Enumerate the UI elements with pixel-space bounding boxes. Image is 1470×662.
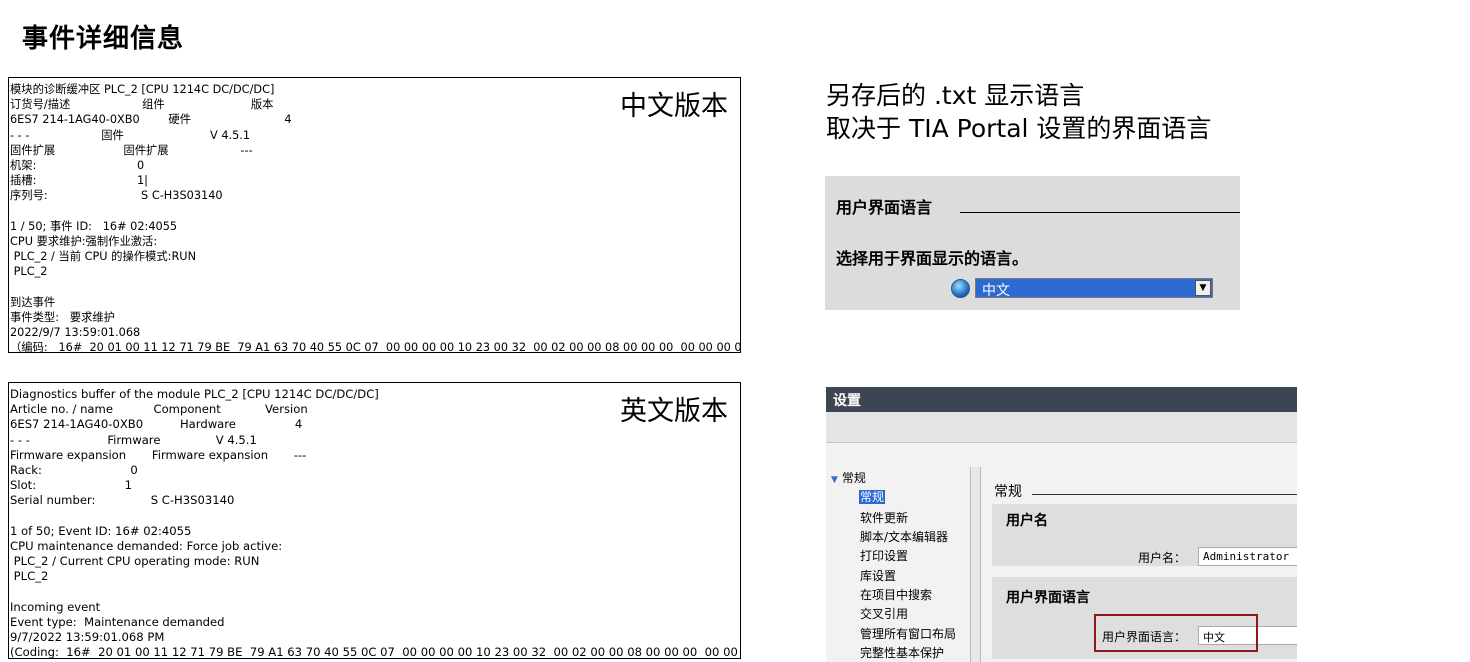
tree-item-label: 管理所有窗口布局 <box>860 627 957 641</box>
tree-item-label: 库设置 <box>860 569 897 583</box>
tree-item-general[interactable]: 常规 <box>859 488 886 505</box>
username-input[interactable]: Administrator <box>1198 547 1297 566</box>
tree-item-label: 完整性基本保护 <box>860 646 945 660</box>
tree-item-label: 脚本/文本编辑器 <box>860 530 949 544</box>
globe-icon <box>951 279 970 298</box>
tree-item-library-settings[interactable]: 库设置 <box>860 567 896 584</box>
ui-language-description: 选择用于界面显示的语言。 <box>836 249 1029 268</box>
content-title: 常规 <box>994 484 1022 500</box>
tree-item-window-layouts[interactable]: 管理所有窗口布局 <box>860 625 956 642</box>
tree-item-label: 软件更新 <box>860 511 909 525</box>
settings-toolbar <box>826 412 1297 443</box>
tree-item-cross-reference[interactable]: 交叉引用 <box>860 605 908 622</box>
header-divider <box>960 212 1240 213</box>
tree-item-label: 打印设置 <box>860 549 909 563</box>
ui-language-section-header: 用户界面语言 <box>1006 590 1090 606</box>
tree-item-software-update[interactable]: 软件更新 <box>860 509 908 526</box>
username-label: 用户名： <box>1138 551 1187 565</box>
ui-language-header: 用户界面语言 <box>836 198 933 217</box>
chinese-version-label: 中文版本 <box>620 91 728 122</box>
language-dropdown[interactable]: 中文 ▼ <box>975 278 1213 299</box>
tree-item-integrity-protection[interactable]: 完整性基本保护 <box>860 644 944 661</box>
ui-language-panel: 用户界面语言 选择用于界面显示的语言。 中文 ▼ <box>825 176 1240 310</box>
chevron-down-icon[interactable]: ▼ <box>1195 280 1211 296</box>
content-divider <box>1032 494 1297 495</box>
tree-item-script-editor[interactable]: 脚本/文本编辑器 <box>860 528 948 545</box>
language-dropdown-value: 中文 <box>982 283 1010 299</box>
tree-item-label: 交叉引用 <box>860 607 909 621</box>
settings-titlebar: 设置 <box>826 387 1297 412</box>
english-version-label: 英文版本 <box>620 396 728 427</box>
settings-title: 设置 <box>833 393 861 409</box>
highlight-frame <box>1094 614 1258 652</box>
tree-root-label: 常规 <box>841 471 866 485</box>
settings-panel: 设置 ▼ 常规 常规 软件更新 脚本/文本编辑器 打印设置 库设置 在项目中搜索 … <box>826 387 1297 662</box>
tree-item-project-search[interactable]: 在项目中搜索 <box>860 586 932 603</box>
language-note: 另存后的 .txt 显示语言 取决于 TIA Portal 设置的界面语言 <box>826 81 1212 143</box>
tree-item-label: 在项目中搜索 <box>860 588 933 602</box>
tree-root-general[interactable]: ▼ 常规 <box>831 469 866 486</box>
english-log-box: Diagnostics buffer of the module PLC_2 [… <box>8 382 741 659</box>
tree-item-print-settings[interactable]: 打印设置 <box>860 547 908 564</box>
caret-down-icon[interactable]: ▼ <box>831 475 838 485</box>
chinese-log-box: 模块的诊断缓冲区 PLC_2 [CPU 1214C DC/DC/DC] 订货号/… <box>8 77 741 353</box>
tree-item-label: 常规 <box>859 490 886 504</box>
page-title: 事件详细信息 <box>22 24 185 54</box>
tree-splitter[interactable] <box>970 467 981 662</box>
username-section-header: 用户名 <box>1006 513 1048 529</box>
